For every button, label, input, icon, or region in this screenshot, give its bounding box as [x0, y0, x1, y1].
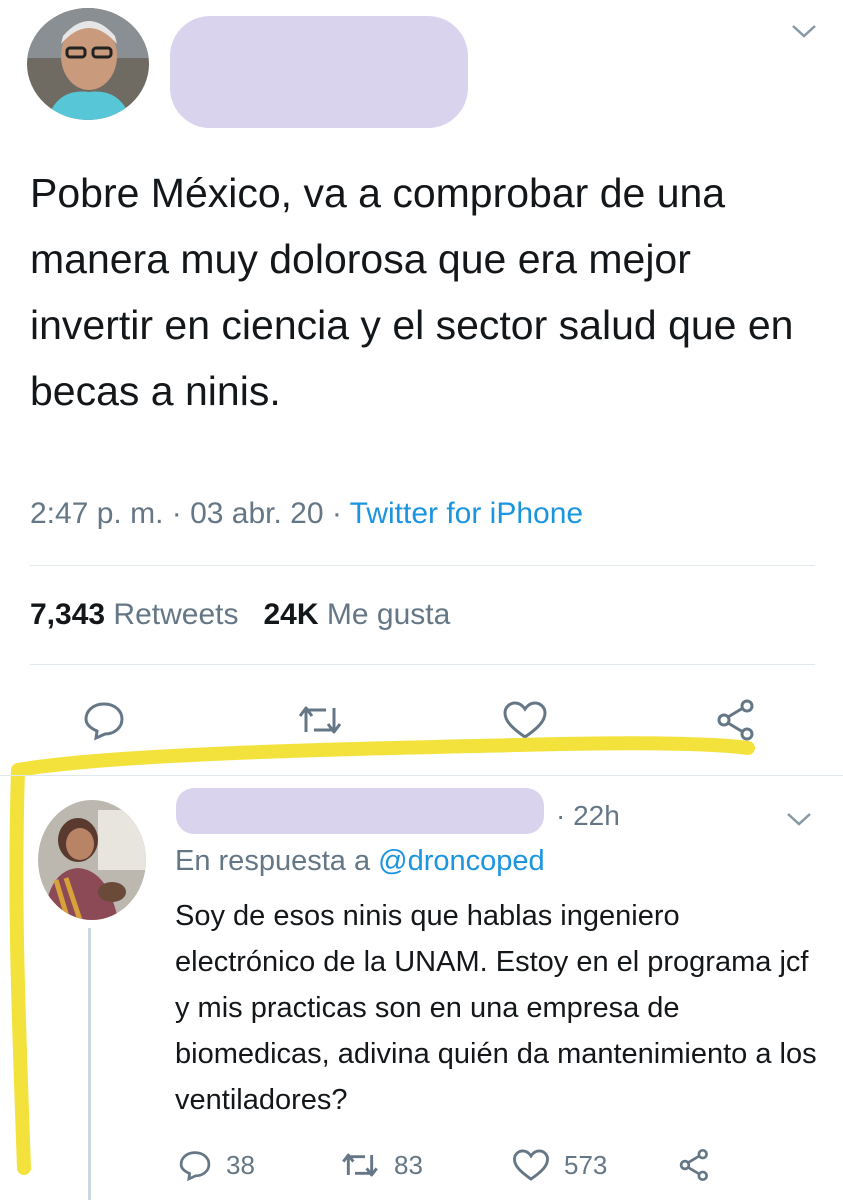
like-icon	[513, 1149, 549, 1181]
divider	[0, 775, 843, 776]
retweet-count: 83	[394, 1149, 423, 1180]
reply-time: · 22h	[556, 800, 620, 831]
share-icon	[679, 1148, 708, 1182]
thread-connector-line	[88, 928, 91, 1200]
like-count: 573	[564, 1149, 608, 1180]
retweet-icon	[342, 1153, 378, 1177]
reply-share-button[interactable]	[678, 1148, 726, 1182]
reply-author-avatar[interactable]	[38, 800, 146, 920]
chevron-down-icon[interactable]	[785, 810, 813, 828]
reply-count: 38	[226, 1149, 255, 1180]
reply-like-button[interactable]: 573	[512, 1148, 607, 1182]
reply-reply-button[interactable]: 38	[178, 1148, 255, 1182]
in-reply-to: En respuesta a @droncoped	[175, 845, 545, 878]
in-reply-handle-link[interactable]: @droncoped	[378, 845, 545, 877]
reply-text: Soy de esos ninis que hablas ingeniero e…	[175, 900, 817, 1116]
in-reply-prefix: En respuesta a	[175, 845, 379, 877]
reply-icon	[179, 1151, 211, 1182]
redacted-reply-author-name	[176, 788, 544, 834]
reply-retweet-button[interactable]: 83	[340, 1148, 423, 1182]
